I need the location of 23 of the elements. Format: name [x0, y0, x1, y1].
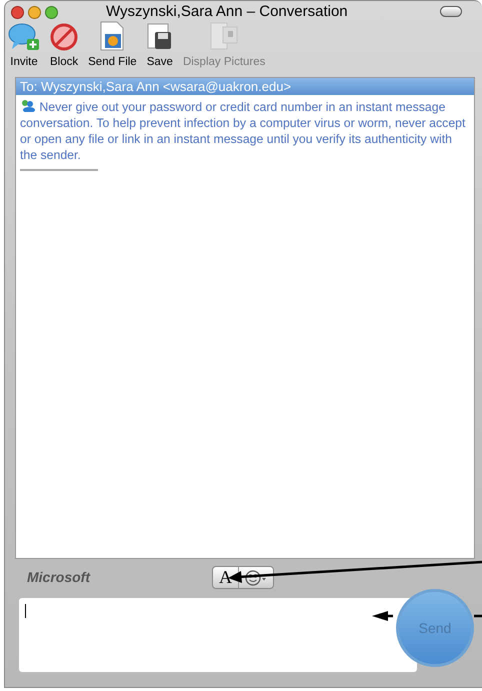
toolbar-button[interactable]: Invite — [6, 20, 42, 71]
window-title: Wyszynski,Sara Ann – Conversation — [106, 2, 348, 22]
document-picture-icon — [99, 20, 126, 51]
microsoft-logo: Microsoft — [27, 568, 90, 586]
toolbar-button[interactable]: Block — [48, 20, 80, 71]
security-notice: Never give out your password or credit card number in an instant message conversation. To help prevent infection by a computer virus or worm, never accept or open any file or link in an instant message until you verify its authenticity with the sender. — [20, 99, 466, 163]
recipient-header: To: Wyszynski,Sara Ann <wsara@uakron.edu> — [16, 78, 474, 95]
zoom-button[interactable] — [45, 6, 58, 18]
picture-frames-icon — [209, 20, 240, 51]
leader-line — [474, 614, 482, 618]
toolbar-button[interactable]: Save — [144, 20, 175, 71]
message-input-field[interactable] — [18, 597, 418, 673]
prohibited-icon — [50, 22, 78, 51]
floppy-document-icon — [146, 22, 173, 51]
minimize-button[interactable] — [28, 6, 41, 18]
annotation-arrow — [370, 610, 394, 622]
smiley-caret-icon — [245, 570, 267, 586]
toolbar-toggle-button[interactable] — [440, 6, 462, 17]
people-icon — [20, 99, 36, 112]
chat-bubble-plus-icon — [8, 22, 40, 51]
close-button[interactable] — [11, 6, 24, 18]
text-cursor — [25, 604, 26, 618]
toolbar-button[interactable]: Send File — [86, 20, 139, 71]
